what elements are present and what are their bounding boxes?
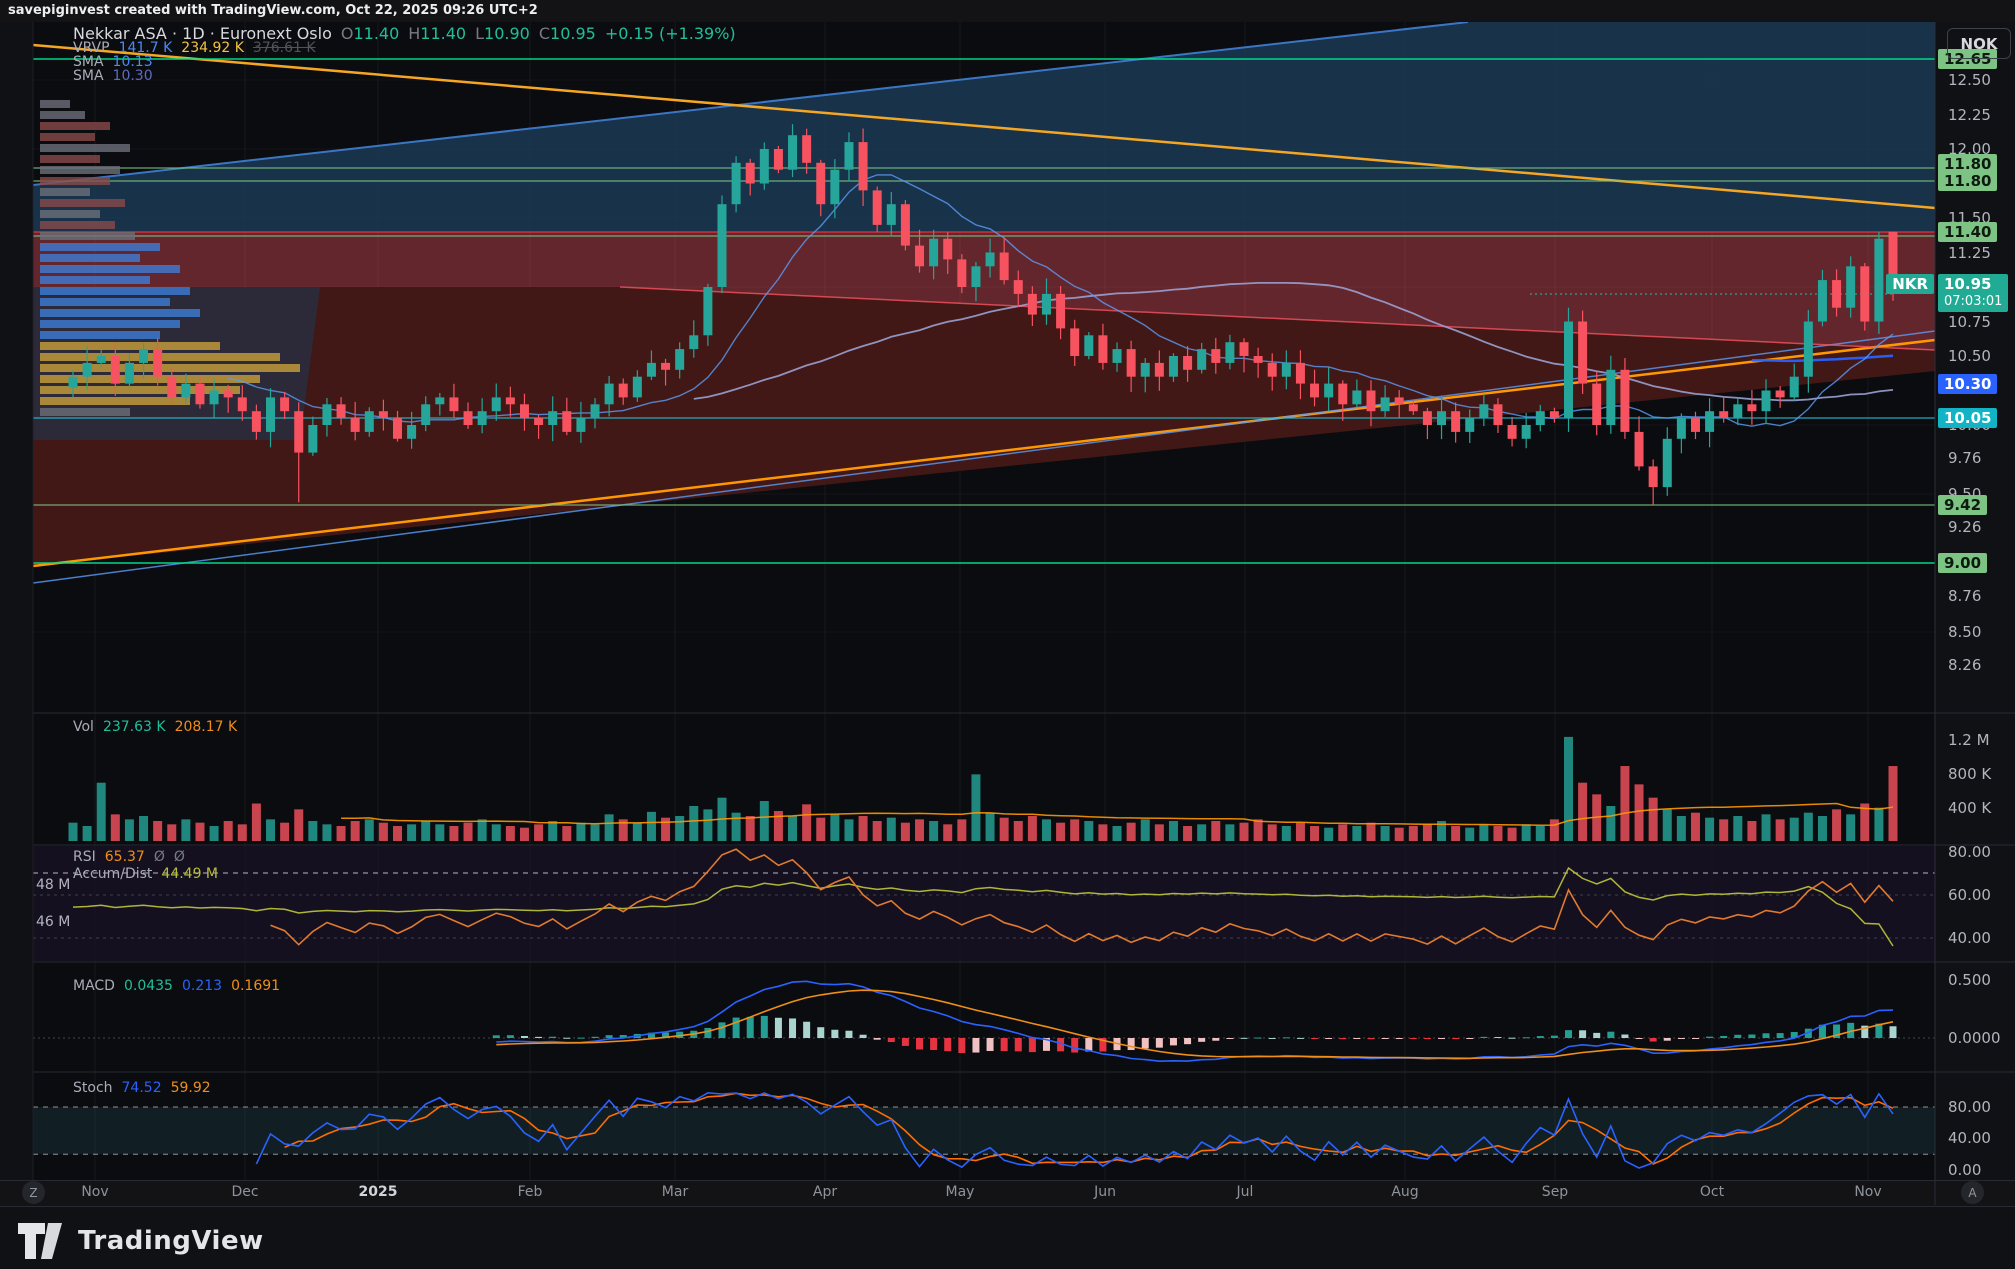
price-axis-label: 8.76 — [1948, 587, 1981, 605]
tradingview-logo[interactable]: TradingView — [18, 1222, 264, 1260]
tradingview-logo-icon — [18, 1222, 68, 1260]
price-axis-label: 10.50 — [1948, 347, 1991, 365]
indicator-value: 65.37 — [105, 849, 145, 865]
volume-axis-label: 400 K — [1948, 799, 1991, 817]
symbol-price-badge: NKR — [1886, 274, 1934, 294]
time-axis-label-Mar: Mar — [662, 1184, 688, 1200]
time-axis-label-2025: 2025 — [359, 1184, 398, 1200]
macd-axis-label: 0.500 — [1948, 971, 1991, 989]
indicator-value: 234.92 K — [181, 40, 244, 56]
stoch-axis-label: 40.00 — [1948, 1129, 1991, 1147]
price-axis-label: 9.26 — [1948, 518, 1981, 536]
price-axis-label: 12.25 — [1948, 106, 1991, 124]
macd-legend[interactable]: MACD 0.0435 0.213 0.1691 — [73, 978, 280, 994]
stoch-axis-label: 80.00 — [1948, 1098, 1991, 1116]
time-axis-label-Jul: Jul — [1237, 1184, 1254, 1200]
tradingview-chart-app: savepiginvest created with TradingView.c… — [0, 0, 2015, 1269]
countdown-timer: 07:03:01 — [1944, 293, 2002, 311]
ohlc-O: O11.40 — [341, 24, 399, 43]
price-badge-11.40: 11.40 — [1938, 222, 1997, 242]
ohlc-C: C10.95 — [539, 24, 596, 43]
rsi-axis-label: 80.00 — [1948, 843, 1991, 861]
stoch-legend[interactable]: Stoch 74.52 59.92 — [73, 1080, 211, 1096]
accum-dist-legend[interactable]: Accum/Dist 44.49 M — [73, 866, 218, 882]
price-badge-11.80: 11.80 — [1938, 171, 1997, 191]
indicator-value: 74.52 — [122, 1080, 162, 1096]
accum-axis-label: 48 M — [36, 877, 70, 893]
axis-settings-button[interactable]: A — [1961, 1181, 1984, 1204]
currency-toggle-button[interactable]: NOK — [1947, 28, 2011, 59]
price-axis-label: 12.50 — [1948, 71, 1991, 89]
indicator-value: 10.30 — [113, 68, 153, 84]
time-axis-label-Nov: Nov — [81, 1184, 108, 1200]
indicator-value: 237.63 K — [103, 719, 166, 735]
stoch-pane — [33, 1093, 1935, 1168]
ohlc-L: L10.90 — [475, 24, 530, 43]
stoch-axis-label: 0.00 — [1948, 1161, 1981, 1179]
change-value: +0.15 (+1.39%) — [605, 24, 736, 43]
rsi-pane — [33, 846, 1935, 961]
indicator-name: Vol — [73, 719, 94, 735]
time-axis-label-Feb: Feb — [518, 1184, 543, 1200]
price-badge-9.00: 9.00 — [1938, 553, 1987, 573]
indicator-value: Ø — [154, 849, 165, 865]
rsi-legend[interactable]: RSI 65.37 ØØ — [73, 849, 185, 865]
indicator-name: SMA — [73, 68, 104, 84]
macd-pane — [33, 981, 1935, 1061]
macd-axis-label: 0.0000 — [1948, 1029, 2001, 1047]
volume-axis-label: 800 K — [1948, 765, 1991, 783]
volume-axis-label: 1.2 M — [1948, 731, 1990, 749]
indicator-value: 0.0435 — [124, 978, 173, 994]
price-axis-label: 8.50 — [1948, 623, 1981, 641]
price-axis-label: 9.76 — [1948, 449, 1981, 467]
indicator-value: 44.49 M — [161, 866, 218, 882]
indicator-name: Stoch — [73, 1080, 113, 1096]
price-axis-label: 8.26 — [1948, 656, 1981, 674]
indicator-name: RSI — [73, 849, 96, 865]
indicator-value: 0.213 — [182, 978, 222, 994]
indicator-name: MACD — [73, 978, 115, 994]
indicator-value: 208.17 K — [175, 719, 238, 735]
indicator-name: Accum/Dist — [73, 866, 152, 882]
time-axis-label-May: May — [946, 1184, 975, 1200]
price-badge-10.95: 10.9507:03:01 — [1938, 274, 2008, 312]
indicator-value: 376.61 K — [253, 40, 316, 56]
time-axis-label-Dec: Dec — [231, 1184, 258, 1200]
tradingview-logo-text: TradingView — [78, 1226, 264, 1256]
volume-bars — [69, 737, 1898, 841]
indicator-value: 0.1691 — [231, 978, 280, 994]
time-axis-label-Sep: Sep — [1542, 1184, 1568, 1200]
indicator-value: 59.92 — [171, 1080, 211, 1096]
time-axis-label-Jun: Jun — [1094, 1184, 1116, 1200]
time-axis-label-Nov: Nov — [1854, 1184, 1881, 1200]
time-axis-label-Apr: Apr — [813, 1184, 837, 1200]
ohlc-H: H11.40 — [408, 24, 466, 43]
price-axis-label: 10.75 — [1948, 313, 1991, 331]
price-axis-label: 11.25 — [1948, 244, 1991, 262]
time-axis-label-Aug: Aug — [1391, 1184, 1418, 1200]
accum-axis-label: 46 M — [36, 914, 70, 930]
price-badge-10.05: 10.05 — [1938, 408, 1997, 428]
price-badge-10.30: 10.30 — [1938, 374, 1997, 394]
time-axis-label-Oct: Oct — [1700, 1184, 1724, 1200]
rsi-axis-label: 60.00 — [1948, 886, 1991, 904]
volume-legend[interactable]: Vol 237.63 K 208.17 K — [73, 719, 237, 735]
timezone-button[interactable]: Z — [22, 1181, 45, 1204]
legend-row-sma-2[interactable]: SMA 10.30 — [73, 68, 153, 84]
indicator-value: Ø — [174, 849, 185, 865]
rsi-axis-label: 40.00 — [1948, 929, 1991, 947]
price-badge-9.42: 9.42 — [1938, 495, 1987, 515]
chart-canvas[interactable] — [0, 0, 2015, 1269]
